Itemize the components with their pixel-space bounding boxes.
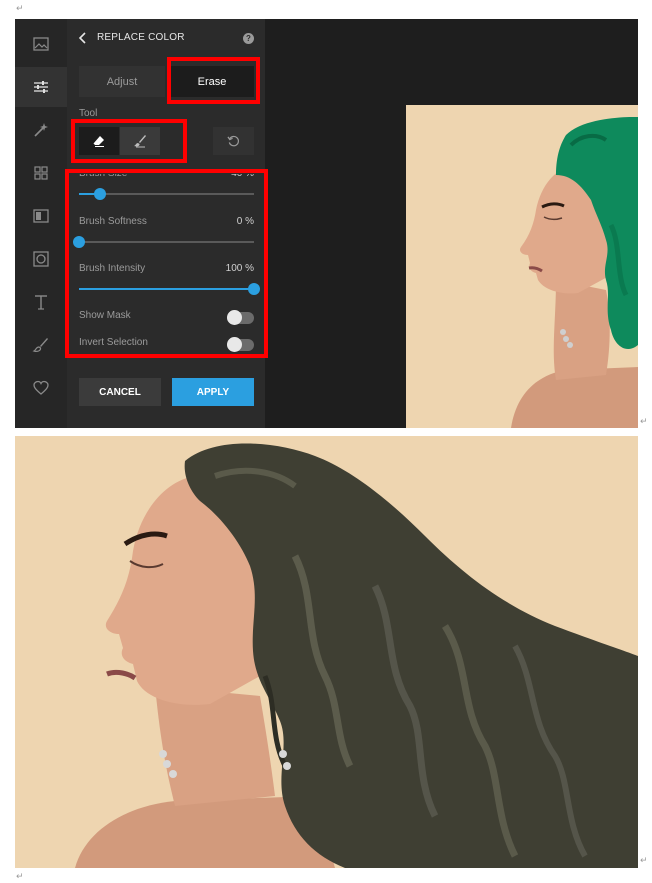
portrait-natural-hair [15,436,638,868]
highlight-erase-tab [167,57,260,104]
rail-item-vignette[interactable] [15,239,67,279]
paragraph-mark: ↵ [16,872,24,882]
document-page: ↵ REPLACE COLOR ? Adjust Erase Tool Brus… [0,0,652,883]
tool-rail [15,19,67,428]
rail-item-adjust[interactable] [15,67,67,107]
help-icon[interactable]: ? [243,33,254,44]
magic-wand-icon [34,123,48,137]
rail-item-draw[interactable] [15,325,67,365]
vignette-icon [33,251,49,267]
paragraph-mark: ↵ [640,417,648,427]
undo-icon [227,135,240,146]
rail-item-frames[interactable] [15,196,67,236]
rail-item-text[interactable] [15,282,67,322]
highlight-brush-settings [65,169,268,358]
highlight-tool-buttons [71,119,187,163]
tab-adjust[interactable]: Adjust [79,66,165,97]
rail-item-stickers[interactable] [15,368,67,408]
sliders-icon [34,81,48,93]
panel-header: REPLACE COLOR ? [67,19,265,57]
brush-icon [32,338,48,352]
rail-item-image[interactable] [15,24,67,64]
cancel-button[interactable]: CANCEL [79,378,161,406]
chevron-left-icon[interactable] [77,32,89,44]
reset-button[interactable] [213,127,254,155]
frame-icon [33,209,49,223]
text-icon [35,295,47,310]
grid-icon [34,166,48,180]
apply-button[interactable]: APPLY [172,378,254,406]
canvas-area [265,19,638,428]
preview-photo[interactable] [406,105,638,428]
tool-label: Tool [79,108,98,119]
rail-item-collage[interactable] [15,153,67,193]
paragraph-mark: ↵ [640,856,648,866]
editor-screenshot: REPLACE COLOR ? Adjust Erase Tool Brush … [15,19,638,428]
panel-title: REPLACE COLOR [97,32,185,43]
heart-icon [33,380,49,395]
image-icon [33,37,49,51]
portrait-green-hair [406,105,638,428]
paragraph-mark: ↵ [16,4,24,14]
rail-item-effects[interactable] [15,110,67,150]
result-photo [15,436,638,868]
